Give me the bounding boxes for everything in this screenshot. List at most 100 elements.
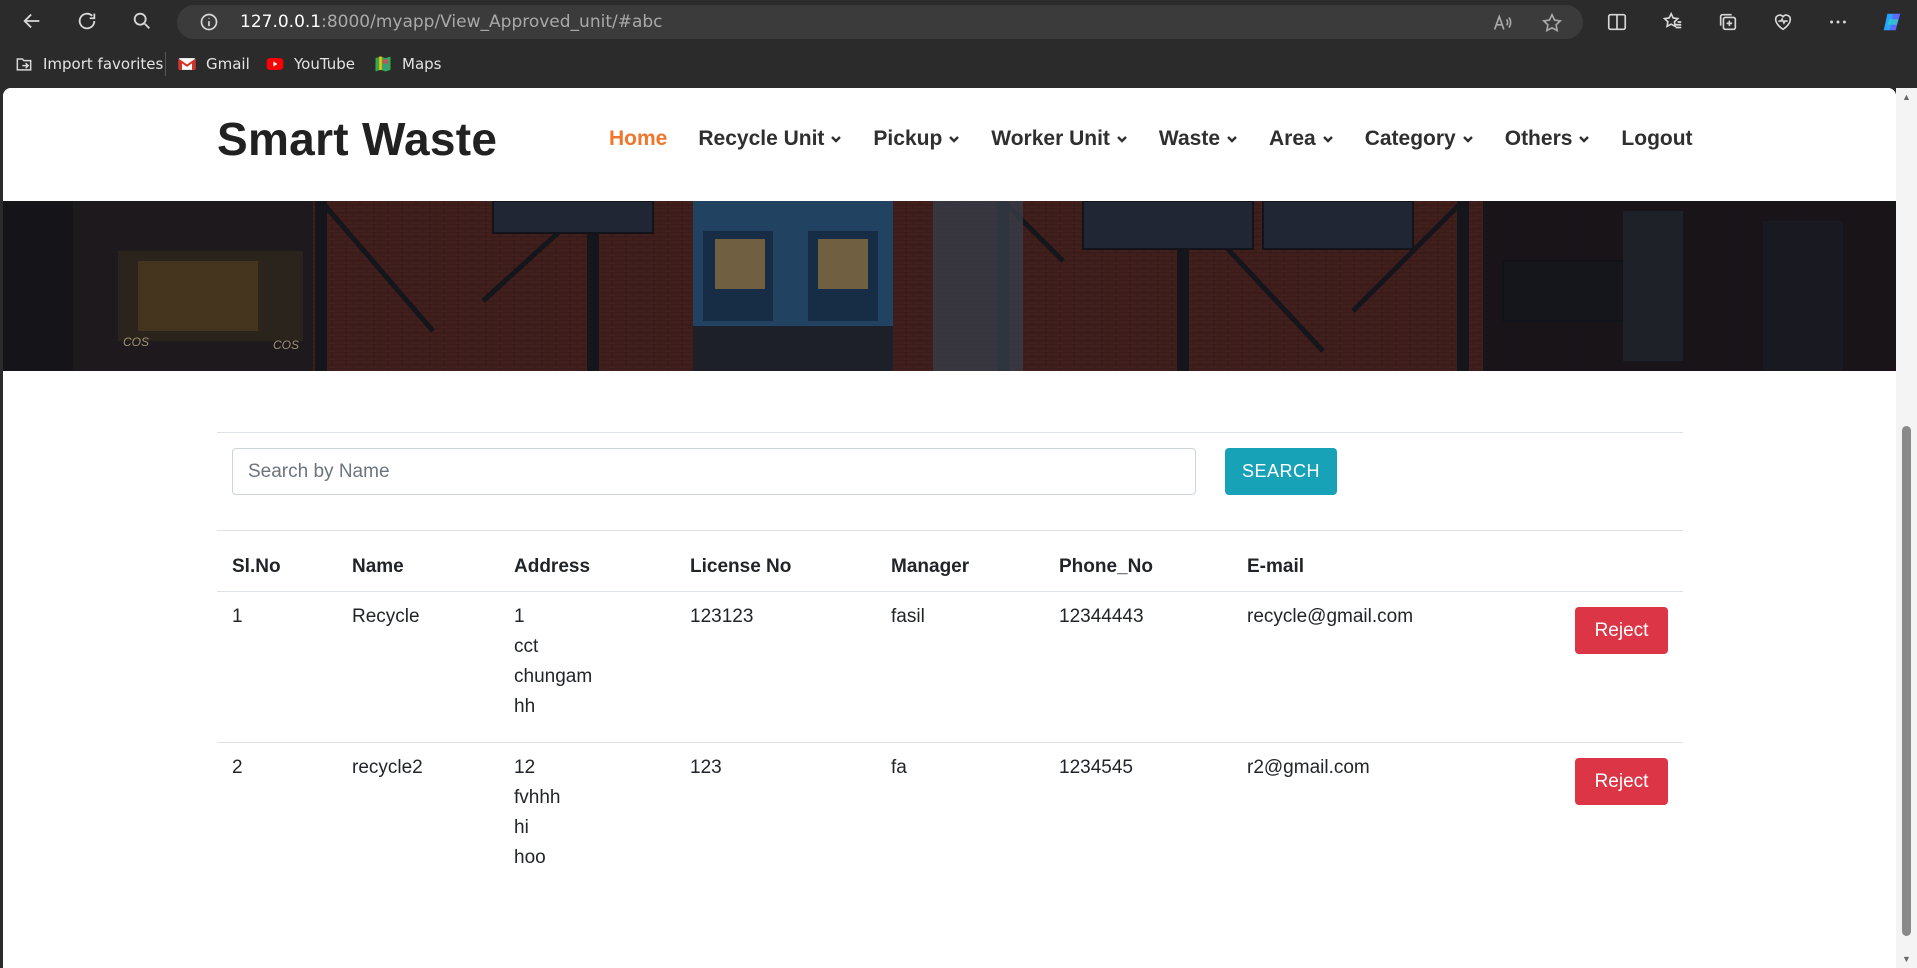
search-button[interactable]: SEARCH: [1225, 448, 1337, 495]
cell-sl-no: 1: [232, 606, 243, 627]
copilot-icon[interactable]: [1879, 9, 1905, 35]
refresh-icon[interactable]: [72, 6, 102, 36]
divider: [217, 432, 1683, 433]
column-header-email: E-mail: [1247, 556, 1305, 577]
browser-toolbar: 127.0.0.1:8000/myapp/View_Approved_unit/…: [0, 0, 1917, 43]
address-line: hi: [514, 817, 529, 838]
chevron-down-icon: [1226, 133, 1238, 145]
address-line: fvhhh: [514, 787, 561, 808]
cell-sl-no: 2: [232, 757, 243, 778]
menu-worker-unit[interactable]: Worker Unit: [991, 127, 1128, 151]
page-viewport: Smart Waste Home Recycle Unit Pickup Wor…: [3, 88, 1896, 968]
menu-label: Others: [1504, 127, 1573, 150]
browser-essentials-icon[interactable]: [1770, 9, 1796, 35]
address-line: 12: [514, 757, 536, 778]
maps-icon: [373, 54, 393, 74]
search-input[interactable]: [232, 448, 1196, 495]
favorite-label: Import favorites: [43, 55, 164, 73]
menu-recycle-unit[interactable]: Recycle Unit: [698, 127, 842, 151]
main-menu: Home Recycle Unit Pickup Worker Unit Was…: [609, 126, 1724, 152]
info-icon[interactable]: [199, 12, 219, 32]
cell-email: recycle@gmail.com: [1247, 606, 1414, 627]
menu-label: Pickup: [873, 127, 943, 150]
address-bar[interactable]: 127.0.0.1:8000/myapp/View_Approved_unit/…: [177, 5, 1583, 39]
youtube-icon: [265, 54, 285, 74]
column-header-manager: Manager: [891, 556, 970, 577]
address-line: 1: [514, 606, 525, 627]
favorite-star-icon[interactable]: [1541, 12, 1563, 34]
column-header-license: License No: [690, 556, 792, 577]
cell-name: recycle2: [352, 757, 423, 778]
favorite-label: YouTube: [294, 55, 355, 73]
menu-waste[interactable]: Waste: [1159, 127, 1238, 151]
menu-others[interactable]: Others: [1505, 127, 1591, 151]
read-aloud-icon[interactable]: [1491, 12, 1513, 34]
menu-label: Logout: [1621, 127, 1693, 150]
address-line: chungam: [514, 666, 593, 687]
divider: [217, 591, 1683, 592]
cell-manager: fa: [891, 757, 907, 778]
chevron-down-icon: [948, 133, 960, 145]
cell-address: 12 fvhhh hi hoo: [514, 753, 560, 873]
menu-label: Recycle Unit: [698, 127, 825, 150]
url-host: 127.0.0.1: [240, 12, 322, 32]
scroll-up-icon[interactable]: ▲: [1901, 92, 1912, 102]
import-icon: [14, 54, 34, 74]
page-scrollbar[interactable]: ▲ ▼: [1896, 88, 1917, 968]
chevron-down-icon: [1116, 133, 1128, 145]
chevron-down-icon: [1322, 133, 1334, 145]
back-icon[interactable]: [17, 6, 47, 36]
favorite-youtube[interactable]: YouTube: [265, 53, 355, 75]
address-line: cct: [514, 636, 539, 657]
divider: [217, 742, 1683, 743]
cell-phone: 1234545: [1059, 757, 1133, 778]
menu-area[interactable]: Area: [1269, 127, 1334, 151]
search-icon[interactable]: [127, 6, 157, 36]
menu-category[interactable]: Category: [1365, 127, 1474, 151]
column-header-name: Name: [352, 556, 404, 577]
address-line: hoo: [514, 847, 546, 868]
favorite-label: Gmail: [206, 55, 250, 73]
address-line: hh: [514, 696, 536, 717]
chevron-down-icon: [830, 133, 842, 145]
favorite-label: Maps: [402, 55, 442, 73]
cell-license: 123: [690, 757, 722, 778]
collections-icon[interactable]: [1715, 9, 1741, 35]
menu-logout[interactable]: Logout: [1621, 127, 1692, 151]
url-text[interactable]: 127.0.0.1:8000/myapp/View_Approved_unit/…: [240, 5, 663, 39]
reject-button[interactable]: Reject: [1575, 758, 1668, 805]
favorites-separator: [165, 52, 166, 76]
column-header-phone: Phone_No: [1059, 556, 1153, 577]
site-logo[interactable]: Smart Waste: [217, 112, 497, 166]
menu-pickup[interactable]: Pickup: [873, 127, 960, 151]
favorite-maps[interactable]: Maps: [373, 53, 441, 75]
column-header-sl-no: Sl.No: [232, 556, 281, 577]
hero-banner-image: COS COS: [3, 201, 1896, 371]
menu-label: Waste: [1158, 127, 1220, 150]
menu-label: Worker Unit: [991, 127, 1110, 150]
menu-home[interactable]: Home: [609, 127, 667, 151]
site-header: Smart Waste Home Recycle Unit Pickup Wor…: [3, 88, 1896, 201]
cell-phone: 12344443: [1059, 606, 1144, 627]
reject-button[interactable]: Reject: [1575, 607, 1668, 654]
cell-address: 1 cct chungam hh: [514, 602, 592, 722]
cell-name: Recycle: [352, 606, 420, 627]
chevron-down-icon: [1578, 133, 1590, 145]
url-path: :8000/myapp/View_Approved_unit/#abc: [321, 12, 663, 32]
divider: [217, 530, 1683, 531]
favorite-gmail[interactable]: Gmail: [177, 53, 250, 75]
favorites-icon[interactable]: [1660, 9, 1686, 35]
menu-label: Category: [1364, 127, 1456, 150]
menu-label: Area: [1269, 127, 1316, 150]
split-screen-icon[interactable]: [1604, 9, 1630, 35]
chevron-down-icon: [1462, 133, 1474, 145]
scroll-down-icon[interactable]: ▼: [1901, 954, 1912, 964]
favorite-import[interactable]: Import favorites: [14, 53, 163, 75]
cell-manager: fasil: [891, 606, 925, 627]
cell-email: r2@gmail.com: [1247, 757, 1370, 778]
column-header-address: Address: [514, 556, 591, 577]
gmail-icon: [177, 54, 197, 74]
scrollbar-thumb[interactable]: [1902, 426, 1911, 936]
cell-license: 123123: [690, 606, 754, 627]
more-options-icon[interactable]: [1825, 9, 1851, 35]
